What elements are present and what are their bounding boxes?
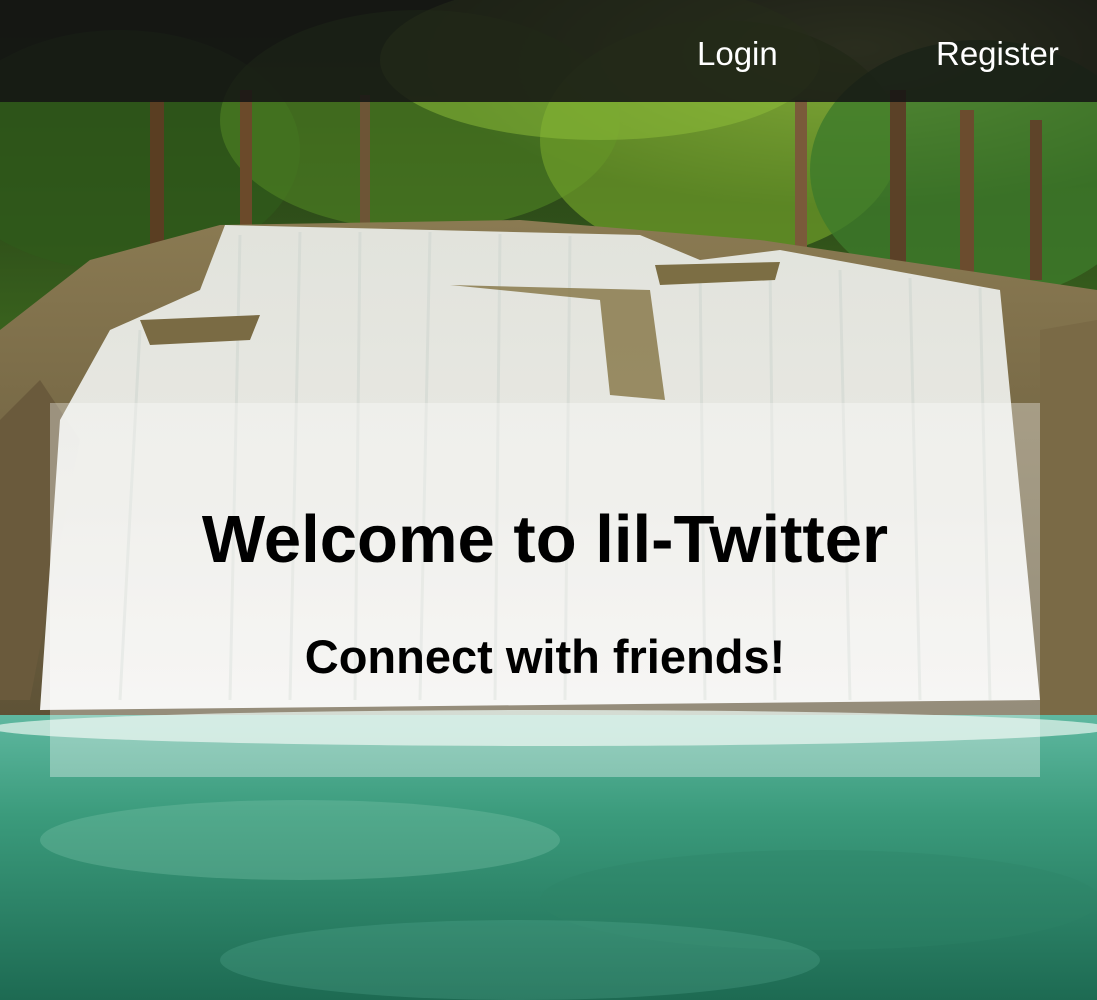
welcome-title: Welcome to lil-Twitter [201,502,889,577]
login-link[interactable]: Login [697,34,778,74]
welcome-subtitle: Connect with friends! [304,630,786,683]
register-link[interactable]: Register [936,34,1059,74]
top-navbar: Login Register [0,0,1097,102]
welcome-panel: Welcome to lil-Twitter Connect with frie… [50,403,1040,777]
